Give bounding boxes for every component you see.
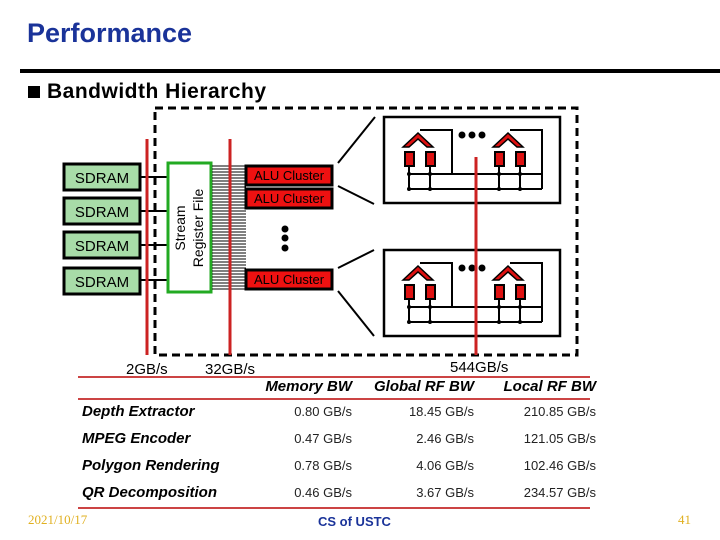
memory-bw-value: 0.46 GB/s	[294, 485, 352, 500]
alu-cluster-label: ALU Cluster	[254, 272, 325, 287]
local-rf-bw-value: 102.46 GB/s	[523, 458, 596, 473]
sdram-box: SDRAM	[62, 230, 167, 260]
header-blank	[78, 374, 256, 398]
memory-bw-value: 0.47 GB/s	[294, 431, 352, 446]
header-memory-bw: Memory BW	[265, 377, 352, 395]
table-bottom-rule	[78, 507, 590, 509]
horizontal-ellipsis-icon	[458, 131, 486, 139]
app-name: MPEG Encoder	[82, 430, 191, 447]
stream-register-file: Stream Register File	[166, 161, 213, 294]
sdram-box: SDRAM	[62, 196, 167, 226]
sdram-box: SDRAM	[62, 266, 167, 296]
alu-cluster: ALU Cluster	[244, 187, 334, 210]
local-rf-bw-value: 210.85 GB/s	[523, 404, 596, 419]
app-name: Polygon Rendering	[82, 457, 220, 474]
sdram-label: SDRAM	[75, 238, 129, 255]
srf-label-line1: Stream	[172, 205, 188, 250]
global-rf-bw-value: 3.67 GB/s	[416, 485, 474, 500]
memory-bw-value: 0.80 GB/s	[294, 404, 352, 419]
horizontal-ellipsis-icon	[458, 264, 486, 272]
table-row: QR Decomposition 0.46 GB/s 3.67 GB/s 234…	[78, 479, 602, 506]
vertical-ellipsis-icon	[281, 225, 289, 252]
bandwidth-hierarchy-diagram: SDRAM SDRAM SDRAM SDRAM Stream Register …	[62, 106, 579, 378]
footer-organization: CS of USTC	[318, 514, 391, 529]
table-header-row: Memory BW Global RF BW Local RF BW	[78, 374, 602, 398]
app-name: Depth Extractor	[82, 403, 195, 420]
global-rf-bw-value: 18.45 GB/s	[408, 404, 474, 419]
table-row: Polygon Rendering 0.78 GB/s 4.06 GB/s 10…	[78, 452, 602, 479]
sdram-label: SDRAM	[75, 204, 129, 221]
cluster-detail-top	[382, 115, 562, 205]
page-number: 41	[678, 512, 691, 527]
sdram-box: SDRAM	[62, 162, 167, 192]
alu-cluster-label: ALU Cluster	[254, 168, 325, 183]
bandwidth-table: Memory BW Global RF BW Local RF BW Depth…	[78, 374, 602, 506]
global-rf-bw-value: 4.06 GB/s	[416, 458, 474, 473]
sdram-label: SDRAM	[75, 170, 129, 187]
memory-bw-value: 0.78 GB/s	[294, 458, 352, 473]
footer-date: 2021/10/17	[28, 512, 88, 527]
header-global-rf-bw: Global RF BW	[374, 377, 474, 395]
app-name: QR Decomposition	[82, 484, 218, 501]
local-rf-bw-value: 234.57 GB/s	[523, 485, 596, 500]
alu-cluster: ALU Cluster	[244, 164, 334, 187]
zoom-lines	[337, 116, 376, 337]
cluster-detail-bottom	[382, 248, 562, 338]
alu-cluster-label: ALU Cluster	[254, 191, 325, 206]
sdram-label: SDRAM	[75, 274, 129, 291]
global-rf-bw-value: 2.46 GB/s	[416, 431, 474, 446]
local-rf-bw-value: 121.05 GB/s	[523, 431, 596, 446]
alu-cluster: ALU Cluster	[244, 268, 334, 291]
header-local-rf-bw: Local RF BW	[503, 377, 597, 395]
sdram-group: SDRAM SDRAM SDRAM SDRAM	[62, 162, 167, 296]
table-row: MPEG Encoder 0.47 GB/s 2.46 GB/s 121.05 …	[78, 425, 602, 452]
table-row: Depth Extractor 0.80 GB/s 18.45 GB/s 210…	[78, 398, 602, 425]
srf-label-line2: Register File	[190, 189, 206, 268]
